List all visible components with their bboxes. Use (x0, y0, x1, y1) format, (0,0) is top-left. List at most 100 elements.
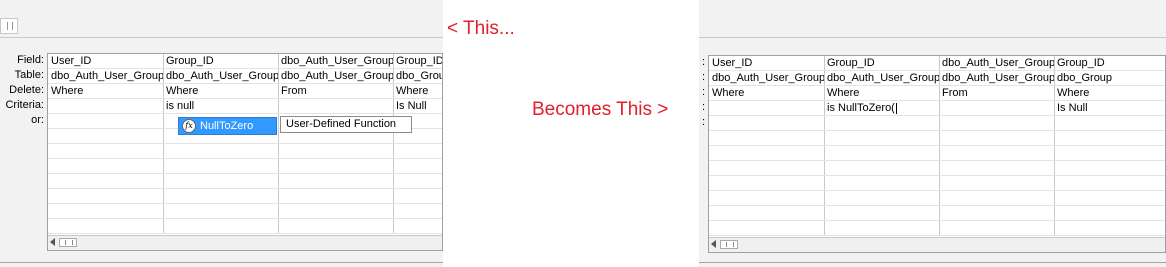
empty-cell[interactable] (278, 204, 393, 219)
criteria-cell[interactable]: Is Null (393, 99, 442, 114)
empty-cell[interactable] (709, 221, 824, 236)
table-cell[interactable]: dbo_Auth_User_Groups (709, 71, 824, 86)
empty-cell[interactable] (393, 174, 442, 189)
empty-cell[interactable] (278, 174, 393, 189)
grid-column[interactable]: Group_ID dbo_Group Where Is Null (1054, 56, 1165, 236)
empty-cell[interactable] (1054, 191, 1165, 206)
empty-cell[interactable] (1054, 206, 1165, 221)
or-cell[interactable] (709, 116, 824, 131)
empty-cell[interactable] (939, 176, 1054, 191)
grid-column[interactable]: Group_ID dbo_Auth_User_Groups Where is n… (163, 54, 279, 234)
grid-column[interactable]: dbo_Auth_User_Groups.* dbo_Auth_User_Gro… (939, 56, 1055, 236)
empty-cell[interactable] (163, 204, 278, 219)
empty-cell[interactable] (1054, 221, 1165, 236)
empty-cell[interactable] (393, 159, 442, 174)
grid-column[interactable]: User_ID dbo_Auth_User_Groups Where (709, 56, 825, 236)
table-cell[interactable]: dbo_Group (393, 69, 442, 84)
empty-cell[interactable] (824, 206, 939, 221)
autocomplete-item-nulltozero[interactable]: fx NullToZero (178, 117, 277, 135)
grid-column[interactable]: Group_ID dbo_Auth_User_Groups Where is N… (824, 56, 940, 236)
field-cell[interactable]: Group_ID (163, 54, 278, 69)
field-cell[interactable]: dbo_Auth_User_Groups.* (939, 56, 1054, 71)
empty-cell[interactable] (1054, 161, 1165, 176)
criteria-cell[interactable] (939, 101, 1054, 116)
delete-cell[interactable]: From (278, 84, 393, 99)
empty-cell[interactable] (824, 176, 939, 191)
delete-cell[interactable]: Where (163, 84, 278, 99)
grid-horizontal-scrollbar[interactable] (709, 237, 1165, 252)
scroll-left-arrow-icon[interactable] (711, 240, 716, 248)
criteria-cell[interactable]: is NullToZero( (824, 101, 939, 116)
empty-cell[interactable] (278, 189, 393, 204)
empty-cell[interactable] (824, 161, 939, 176)
empty-cell[interactable] (163, 159, 278, 174)
empty-cell[interactable] (163, 174, 278, 189)
empty-cell[interactable] (278, 219, 393, 234)
table-cell[interactable]: dbo_Group (1054, 71, 1165, 86)
field-cell[interactable]: User_ID (709, 56, 824, 71)
empty-cell[interactable] (939, 191, 1054, 206)
empty-cell[interactable] (1054, 176, 1165, 191)
splitter-bar[interactable] (0, 37, 443, 38)
empty-cell[interactable] (709, 206, 824, 221)
top-horizontal-scrollbar[interactable] (0, 18, 18, 34)
field-cell[interactable]: User_ID (48, 54, 163, 69)
scroll-left-arrow-icon[interactable] (50, 238, 55, 246)
table-cell[interactable]: dbo_Auth_User_Groups (824, 71, 939, 86)
field-cell[interactable]: Group_ID (1054, 56, 1165, 71)
or-cell[interactable] (48, 114, 163, 129)
empty-cell[interactable] (939, 131, 1054, 146)
empty-cell[interactable] (48, 129, 163, 144)
empty-cell[interactable] (393, 219, 442, 234)
empty-cell[interactable] (278, 159, 393, 174)
field-cell[interactable]: Group_ID (824, 56, 939, 71)
delete-cell[interactable]: Where (393, 84, 442, 99)
empty-cell[interactable] (824, 146, 939, 161)
empty-cell[interactable] (48, 159, 163, 174)
or-cell[interactable] (824, 116, 939, 131)
empty-cell[interactable] (709, 176, 824, 191)
empty-cell[interactable] (939, 221, 1054, 236)
criteria-cell[interactable]: is null (163, 99, 278, 114)
empty-cell[interactable] (939, 146, 1054, 161)
criteria-cell[interactable] (48, 99, 163, 114)
empty-cell[interactable] (278, 144, 393, 159)
empty-cell[interactable] (709, 161, 824, 176)
table-cell[interactable]: dbo_Auth_User_Groups (939, 71, 1054, 86)
empty-cell[interactable] (393, 144, 442, 159)
empty-cell[interactable] (48, 189, 163, 204)
or-cell[interactable] (1054, 116, 1165, 131)
empty-cell[interactable] (48, 219, 163, 234)
empty-cell[interactable] (824, 191, 939, 206)
empty-cell[interactable] (824, 131, 939, 146)
criteria-cell[interactable]: Is Null (1054, 101, 1165, 116)
empty-cell[interactable] (48, 144, 163, 159)
scrollbar-thumb[interactable] (720, 240, 738, 249)
delete-cell[interactable]: Where (1054, 86, 1165, 101)
empty-cell[interactable] (939, 206, 1054, 221)
field-cell[interactable]: Group_ID (393, 54, 442, 69)
empty-cell[interactable] (393, 189, 442, 204)
scrollbar-thumb[interactable] (59, 238, 77, 247)
empty-cell[interactable] (163, 189, 278, 204)
table-cell[interactable]: dbo_Auth_User_Groups (278, 69, 393, 84)
delete-cell[interactable]: Where (824, 86, 939, 101)
empty-cell[interactable] (709, 191, 824, 206)
empty-cell[interactable] (824, 221, 939, 236)
empty-cell[interactable] (709, 131, 824, 146)
field-cell[interactable]: dbo_Auth_User_Groups.* (278, 54, 393, 69)
delete-cell[interactable]: Where (48, 84, 163, 99)
empty-cell[interactable] (1054, 146, 1165, 161)
empty-cell[interactable] (393, 204, 442, 219)
criteria-cell[interactable] (278, 99, 393, 114)
grid-column[interactable]: Group_ID dbo_Group Where Is Null (393, 54, 442, 234)
table-cell[interactable]: dbo_Auth_User_Groups (163, 69, 278, 84)
grid-column[interactable]: dbo_Auth_User_Groups.* dbo_Auth_User_Gro… (278, 54, 394, 234)
empty-cell[interactable] (709, 146, 824, 161)
grid-column[interactable]: User_ID dbo_Auth_User_Groups Where (48, 54, 164, 234)
delete-cell[interactable]: Where (709, 86, 824, 101)
or-cell[interactable] (939, 116, 1054, 131)
splitter-bar[interactable] (699, 37, 1166, 38)
empty-cell[interactable] (163, 144, 278, 159)
empty-cell[interactable] (48, 174, 163, 189)
